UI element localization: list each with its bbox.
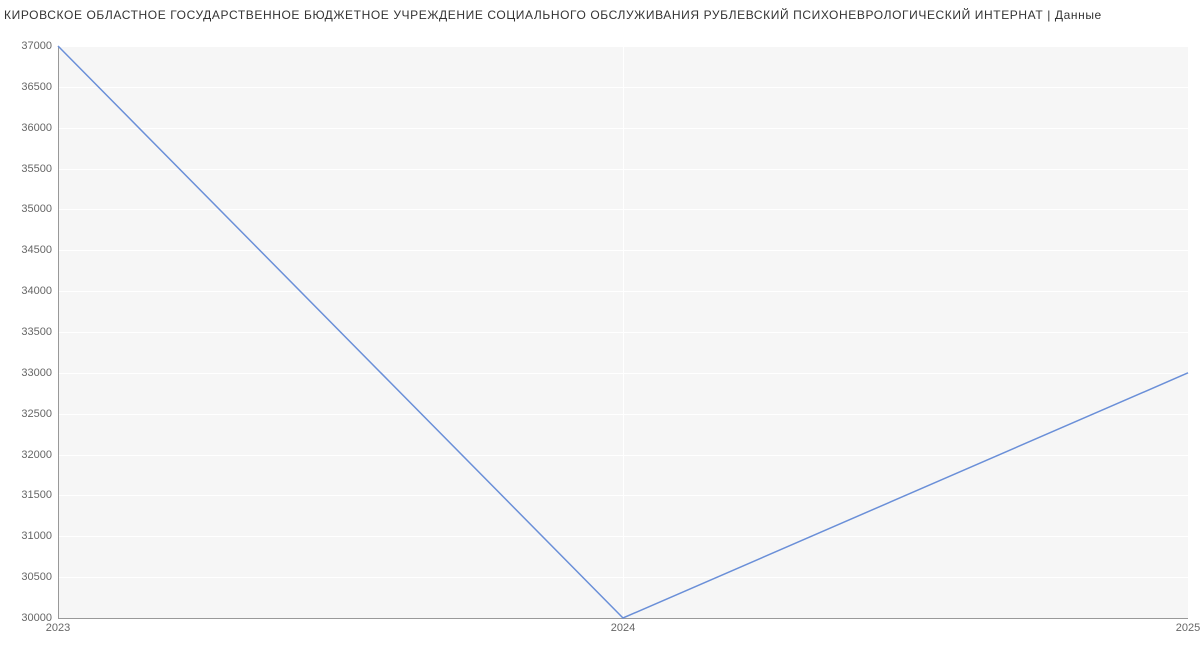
chart-container: 3000030500310003150032000325003300033500…: [0, 26, 1200, 646]
grid-line-v: [1188, 46, 1189, 618]
x-tick-label: 2024: [611, 622, 635, 634]
y-tick-label: 34500: [6, 244, 52, 256]
y-tick-label: 31000: [6, 530, 52, 542]
y-tick-label: 36500: [6, 81, 52, 93]
y-tick-label: 31500: [6, 489, 52, 501]
x-tick-label: 2025: [1176, 622, 1200, 634]
x-tick-label: 2023: [46, 622, 70, 634]
y-tick-label: 35500: [6, 163, 52, 175]
y-tick-label: 32500: [6, 408, 52, 420]
y-tick-label: 30500: [6, 571, 52, 583]
y-tick-label: 37000: [6, 40, 52, 52]
y-tick-label: 32000: [6, 449, 52, 461]
line-layer: [58, 46, 1188, 618]
y-tick-label: 33500: [6, 326, 52, 338]
y-tick-label: 33000: [6, 367, 52, 379]
data-series-line: [58, 46, 1188, 618]
chart-title: КИРОВСКОЕ ОБЛАСТНОЕ ГОСУДАРСТВЕННОЕ БЮДЖ…: [0, 0, 1200, 26]
y-tick-label: 34000: [6, 285, 52, 297]
y-tick-label: 36000: [6, 122, 52, 134]
y-tick-label: 35000: [6, 203, 52, 215]
